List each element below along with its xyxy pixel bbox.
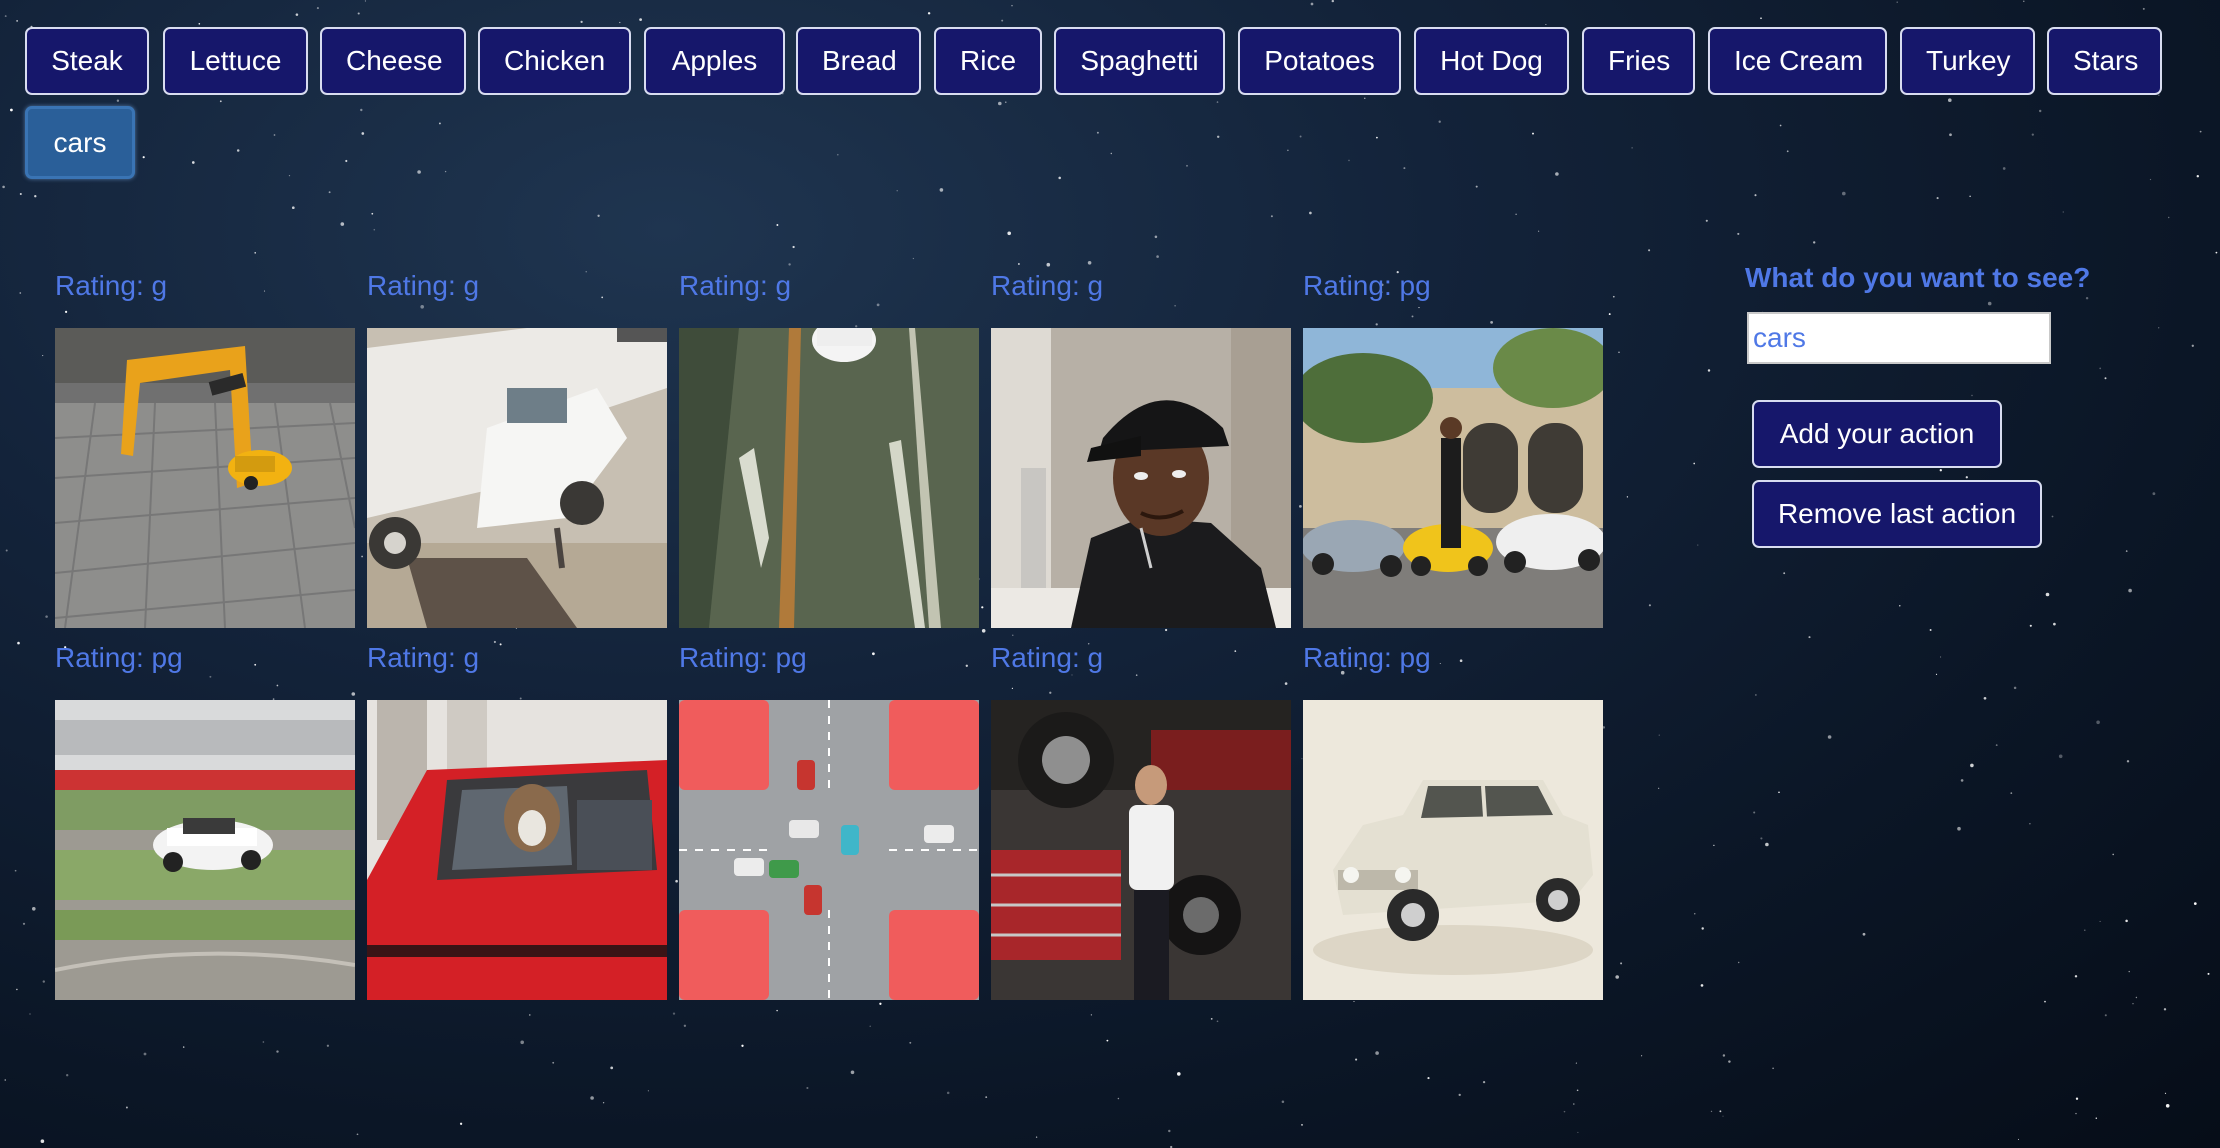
gif-rating: Rating: pg bbox=[1303, 270, 1431, 301]
topic-button-bread[interactable]: Bread bbox=[796, 27, 921, 95]
gif-rating: Rating: g bbox=[991, 270, 1104, 301]
topic-button-hot-dog[interactable]: Hot Dog bbox=[1414, 27, 1569, 95]
gif-rating: Rating: g bbox=[367, 270, 480, 301]
mechanic-garage-gif[interactable] bbox=[991, 700, 1291, 1000]
intersection-traffic-gif[interactable] bbox=[679, 700, 979, 1000]
highway-road-gif[interactable] bbox=[679, 328, 979, 628]
search-prompt-label: What do you want to see? bbox=[1745, 262, 2091, 293]
gif-rating: Rating: g bbox=[367, 642, 480, 673]
yellow-sports-car-gif[interactable] bbox=[55, 328, 355, 628]
gif-rating: Rating: g bbox=[679, 270, 792, 301]
topic-button-ice-cream[interactable]: Ice Cream bbox=[1708, 27, 1887, 95]
add-action-button[interactable]: Add your action bbox=[1752, 400, 2002, 468]
gif-rating: Rating: g bbox=[55, 270, 168, 301]
remove-last-action-button[interactable]: Remove last action bbox=[1752, 480, 2042, 548]
topic-button-cheese[interactable]: Cheese bbox=[320, 27, 466, 95]
topic-button-apples[interactable]: Apples bbox=[644, 27, 785, 95]
topic-search-input[interactable] bbox=[1747, 312, 2051, 364]
topic-button-chicken[interactable]: Chicken bbox=[478, 27, 631, 95]
topic-button-cars[interactable]: cars bbox=[25, 106, 135, 179]
topic-button-potatoes[interactable]: Potatoes bbox=[1238, 27, 1401, 95]
race-track-car-gif[interactable] bbox=[55, 700, 355, 1000]
topic-button-turkey[interactable]: Turkey bbox=[1900, 27, 2035, 95]
vintage-sedan-gif[interactable] bbox=[1303, 700, 1603, 1000]
topic-button-spaghetti[interactable]: Spaghetti bbox=[1054, 27, 1225, 95]
topic-button-lettuce[interactable]: Lettuce bbox=[163, 27, 308, 95]
gif-rating: Rating: pg bbox=[55, 642, 183, 673]
topic-button-rice[interactable]: Rice bbox=[934, 27, 1042, 95]
tow-truck-gif[interactable] bbox=[367, 328, 667, 628]
topic-button-fries[interactable]: Fries bbox=[1582, 27, 1695, 95]
topic-button-stars[interactable]: Stars bbox=[2047, 27, 2162, 95]
supercars-driveway-gif[interactable] bbox=[1303, 328, 1603, 628]
man-in-cap-gif[interactable] bbox=[991, 328, 1291, 628]
gif-rating: Rating: pg bbox=[679, 642, 807, 673]
dog-driving-red-car-gif[interactable] bbox=[367, 700, 667, 1000]
gif-rating: Rating: g bbox=[991, 642, 1104, 673]
topic-button-steak[interactable]: Steak bbox=[25, 27, 149, 95]
gif-rating: Rating: pg bbox=[1303, 642, 1431, 673]
